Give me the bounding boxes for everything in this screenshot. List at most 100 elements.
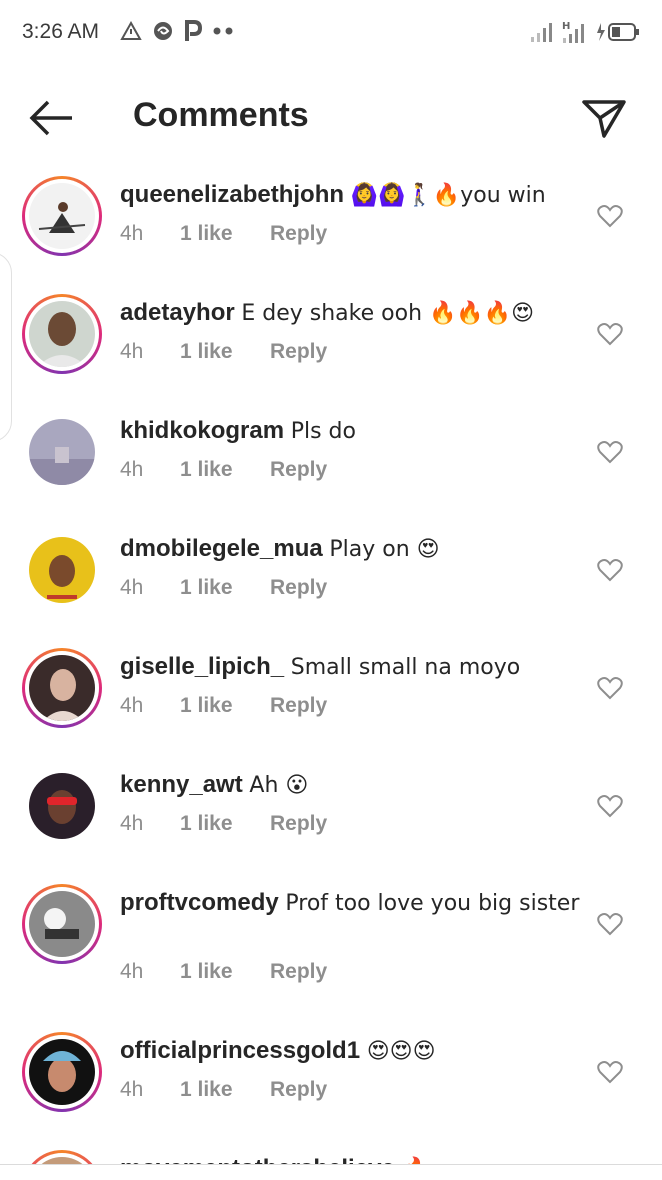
comment-body: Pls do [290,419,356,444]
comment-meta: 4h 1 like Reply [120,1078,327,1102]
comment-time: 4h [120,340,144,363]
comment-username[interactable]: movementothersbelieve [120,1155,395,1164]
comment-username[interactable]: khidkokogram [120,417,284,444]
avatar[interactable] [22,412,102,492]
avatar-image [29,1157,95,1164]
avatar[interactable] [22,648,102,728]
comment-text: adetayhor E dey shake ooh 🔥🔥🔥😍 [120,298,580,329]
avatar-image [29,301,95,367]
comment-body: Ah 😮 [249,773,309,798]
avatar-image [29,891,95,957]
comment-time: 4h [120,458,144,481]
comment-likes[interactable]: 1 like [180,222,270,246]
comment-item: giselle_lipich_ Small small na moyo 4h 1… [0,632,662,750]
battery-charging-icon [597,23,639,41]
reply-button[interactable]: Reply [270,960,327,984]
signal-bars-icon [531,23,552,42]
comment-item: officialprincessgold1 😍😍😍 4h 1 like Repl… [0,1016,662,1134]
comment-text: officialprincessgold1 😍😍😍 [120,1036,580,1067]
back-arrow-icon [29,100,72,136]
comment-body: Small small na moyo [290,655,521,680]
avatar-image [29,419,95,485]
comment-meta: 4h 1 like Reply [120,576,327,600]
heart-icon[interactable] [597,322,623,346]
comment-time: 4h [120,812,144,835]
comment-meta: 4h 1 like Reply [120,222,327,246]
comment-likes[interactable]: 1 like [180,694,270,718]
status-icons-left [120,20,234,42]
comment-text: proftvcomedy Prof too love you big siste… [120,888,580,919]
heart-icon[interactable] [597,676,623,700]
avatar-image [29,1039,95,1105]
comment-likes[interactable]: 1 like [180,1078,270,1102]
comment-time: 4h [120,1078,144,1101]
reply-button[interactable]: Reply [270,340,327,364]
comment-meta: 4h 1 like Reply [120,812,327,836]
signal-h-bars-icon: H [562,21,584,43]
reply-button[interactable]: Reply [270,812,327,836]
heart-icon[interactable] [597,204,623,228]
heart-icon[interactable] [597,1060,623,1084]
avatar[interactable] [22,766,102,846]
avatar[interactable] [22,530,102,610]
comment-time: 4h [120,576,144,599]
avatar-image [29,655,95,721]
comment-likes[interactable]: 1 like [180,576,270,600]
reply-button[interactable]: Reply [270,694,327,718]
swirl-icon [154,22,172,40]
comment-time: 4h [120,694,144,717]
comment-username[interactable]: officialprincessgold1 [120,1037,360,1064]
comment-body: E dey shake ooh 🔥🔥🔥😍 [241,301,535,326]
header: Comments [0,80,662,156]
comment-likes[interactable]: 1 like [180,458,270,482]
avatar[interactable] [22,884,102,964]
comment-username[interactable]: queenelizabethjohn [120,181,344,208]
comment-item: movementothersbelieve 🔥 [0,1134,662,1164]
avatar[interactable] [22,294,102,374]
avatar[interactable] [22,1032,102,1112]
comment-username[interactable]: kenny_awt [120,771,243,798]
comment-body: Prof too love you big sister [285,891,580,916]
heart-icon[interactable] [597,794,623,818]
heart-icon[interactable] [597,440,623,464]
heart-icon[interactable] [597,558,623,582]
comment-item: queenelizabethjohn 🙆‍♀️🙆‍♀️🚶‍♀️🔥you win … [0,160,662,278]
reply-button[interactable]: Reply [270,458,327,482]
comment-item: adetayhor E dey shake ooh 🔥🔥🔥😍 4h 1 like… [0,278,662,396]
comment-body: Play on 😍 [329,537,440,562]
avatar-image [29,773,95,839]
comment-username[interactable]: proftvcomedy [120,889,279,916]
comment-likes[interactable]: 1 like [180,812,270,836]
reply-button[interactable]: Reply [270,222,327,246]
comment-meta: 4h 1 like Reply [120,458,327,482]
comment-text: giselle_lipich_ Small small na moyo [120,652,580,683]
page-title: Comments [133,96,309,134]
comment-time: 4h [120,222,144,245]
comment-meta: 4h 1 like Reply [120,960,327,984]
comment-item: proftvcomedy Prof too love you big siste… [0,868,662,1016]
back-button[interactable] [26,98,78,138]
comment-text: movementothersbelieve 🔥 [120,1154,580,1164]
avatar[interactable] [22,1150,102,1164]
heart-icon[interactable] [597,912,623,936]
comment-time: 4h [120,960,144,983]
reply-button[interactable]: Reply [270,576,327,600]
status-time: 3:26 AM [22,20,100,43]
comment-text: dmobilegele_mua Play on 😍 [120,534,580,565]
reply-button[interactable]: Reply [270,1078,327,1102]
comment-username[interactable]: giselle_lipich_ [120,653,284,680]
comment-body: 🔥 [401,1157,428,1164]
comment-item: khidkokogram Pls do 4h 1 like Reply [0,396,662,514]
paper-plane-icon [582,100,626,138]
svg-text:H: H [562,21,570,32]
comment-username[interactable]: dmobilegele_mua [120,535,323,562]
avatar[interactable] [22,176,102,256]
bottom-divider [0,1164,662,1165]
comment-text: queenelizabethjohn 🙆‍♀️🙆‍♀️🚶‍♀️🔥you win [120,180,580,211]
comment-username[interactable]: adetayhor [120,299,235,326]
comment-text: kenny_awt Ah 😮 [120,770,580,801]
comment-likes[interactable]: 1 like [180,340,270,364]
share-button[interactable] [580,96,628,140]
comment-likes[interactable]: 1 like [180,960,270,984]
warning-triangle-icon [120,21,142,40]
